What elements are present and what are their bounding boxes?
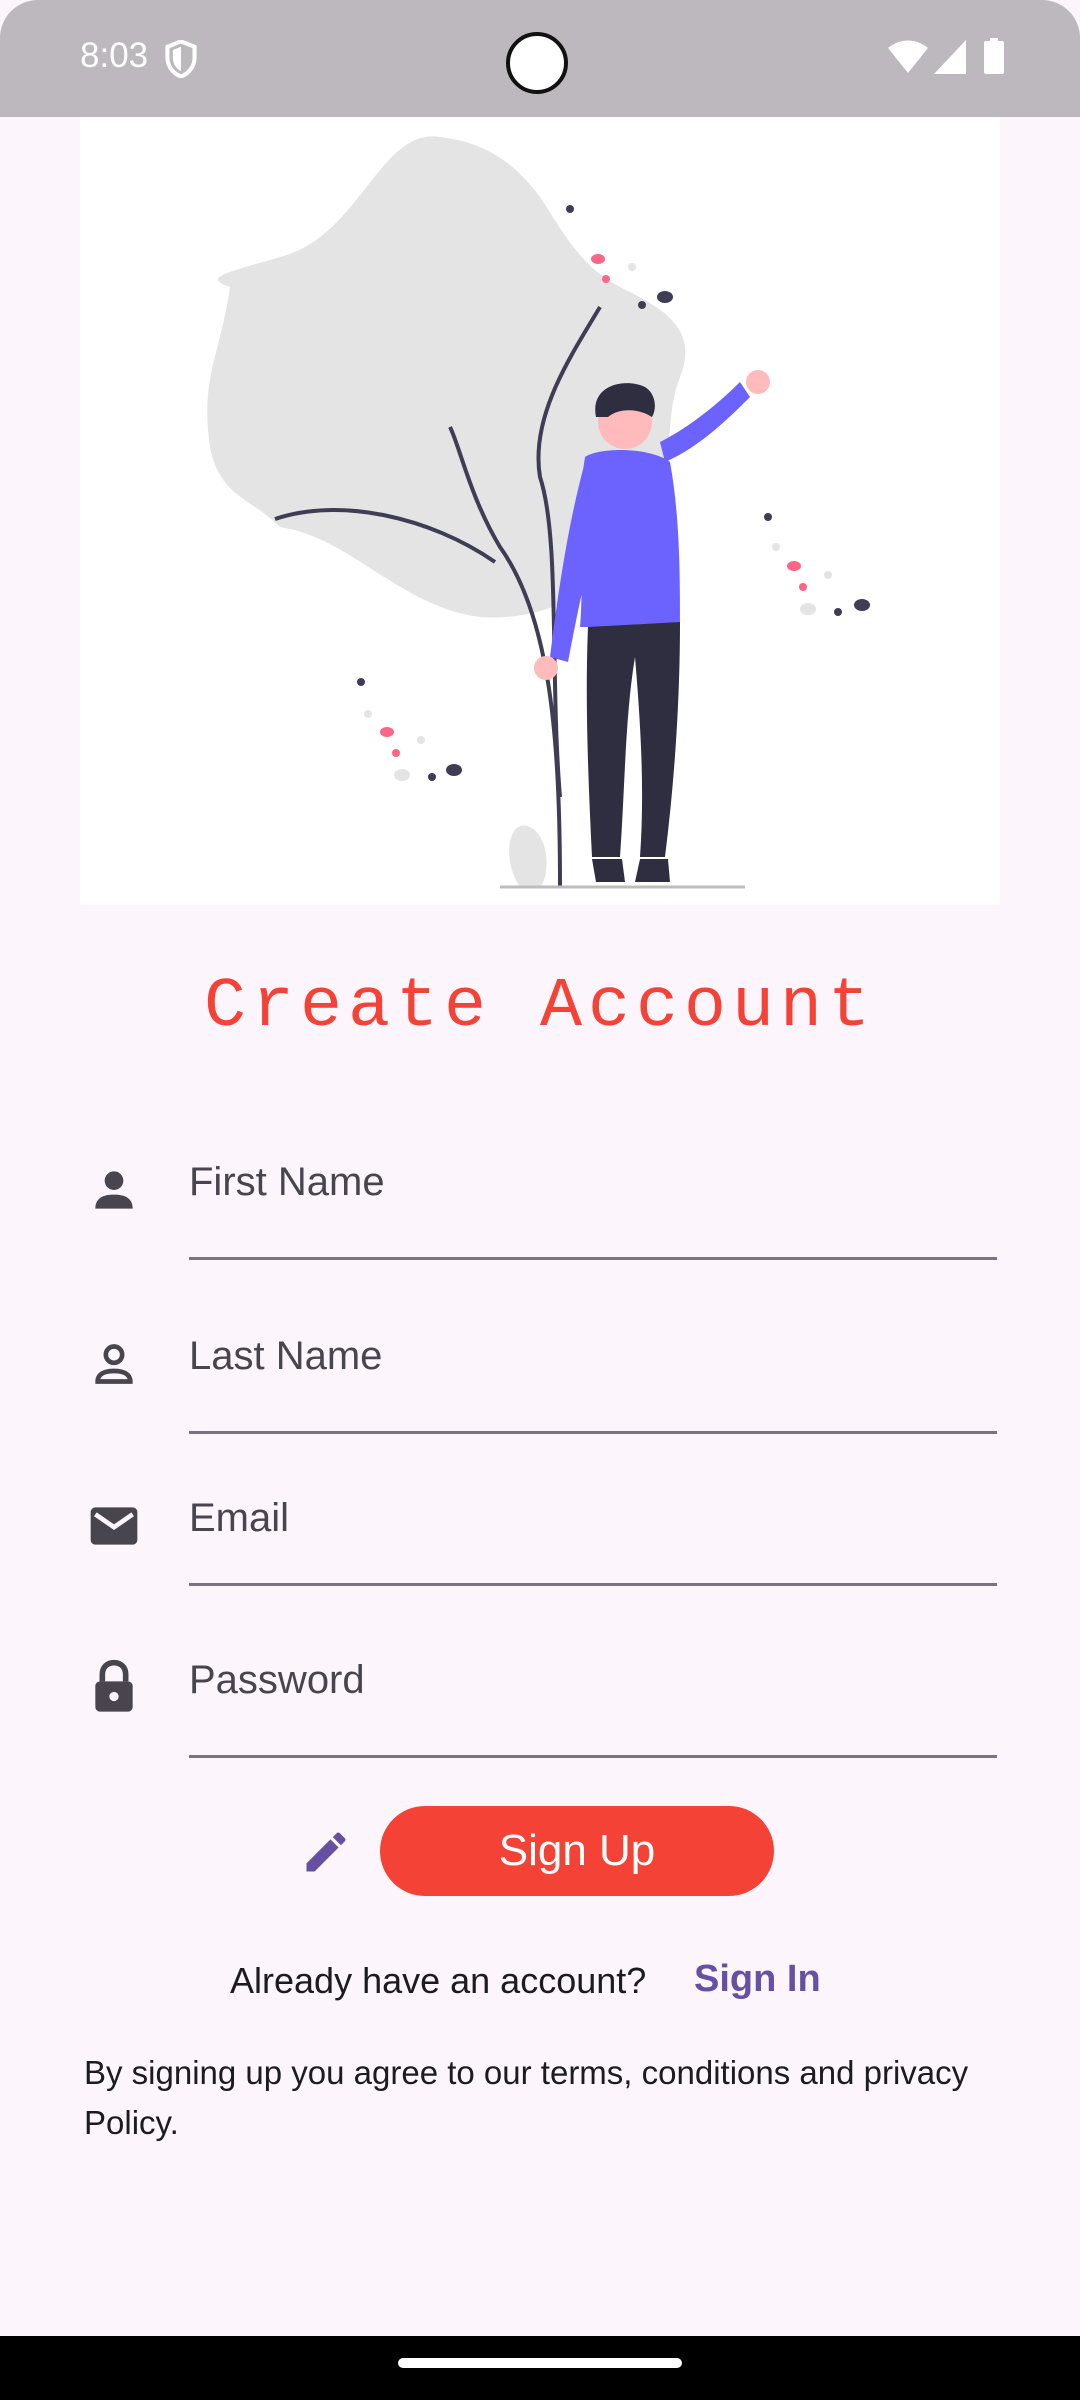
shield-icon: [165, 40, 197, 78]
person-icon: [86, 1162, 142, 1218]
page-title: Create Account: [203, 968, 877, 1047]
hero-illustration: [80, 117, 1000, 905]
home-gesture-handle[interactable]: [398, 2358, 682, 2368]
signup-button[interactable]: Sign Up: [380, 1806, 774, 1896]
wifi-icon: [888, 40, 928, 73]
first-name-label: First Name: [189, 1160, 385, 1204]
password-field[interactable]: Password: [0, 1648, 1080, 1788]
mail-icon: [86, 1498, 142, 1554]
navigation-bar: [0, 2336, 1080, 2400]
status-time: 8:03: [80, 36, 149, 75]
person-outline-icon: [86, 1336, 142, 1392]
last-name-underline: [189, 1431, 997, 1434]
lock-icon: [86, 1658, 142, 1714]
last-name-label: Last Name: [189, 1334, 383, 1378]
pencil-icon: [306, 1832, 346, 1872]
person-with-plant-illustration: [207, 136, 870, 889]
email-label: Email: [189, 1496, 290, 1540]
terms-text: By signing up you agree to our terms, co…: [84, 2054, 969, 2141]
password-underline: [189, 1755, 997, 1758]
email-underline: [189, 1583, 997, 1586]
signal-icon: [934, 40, 966, 74]
first-name-underline: [189, 1257, 997, 1260]
last-name-field[interactable]: Last Name: [0, 1324, 1080, 1464]
camera-cutout: [506, 32, 568, 94]
email-field[interactable]: Email: [0, 1486, 1080, 1626]
password-label: Password: [189, 1658, 365, 1702]
first-name-field[interactable]: First Name: [0, 1150, 1080, 1290]
status-bar: 8:03: [0, 0, 1080, 117]
signin-link[interactable]: Sign In: [694, 1958, 821, 2001]
battery-icon: [984, 38, 1004, 74]
signin-prompt-text: Already have an account?: [230, 1960, 647, 2001]
